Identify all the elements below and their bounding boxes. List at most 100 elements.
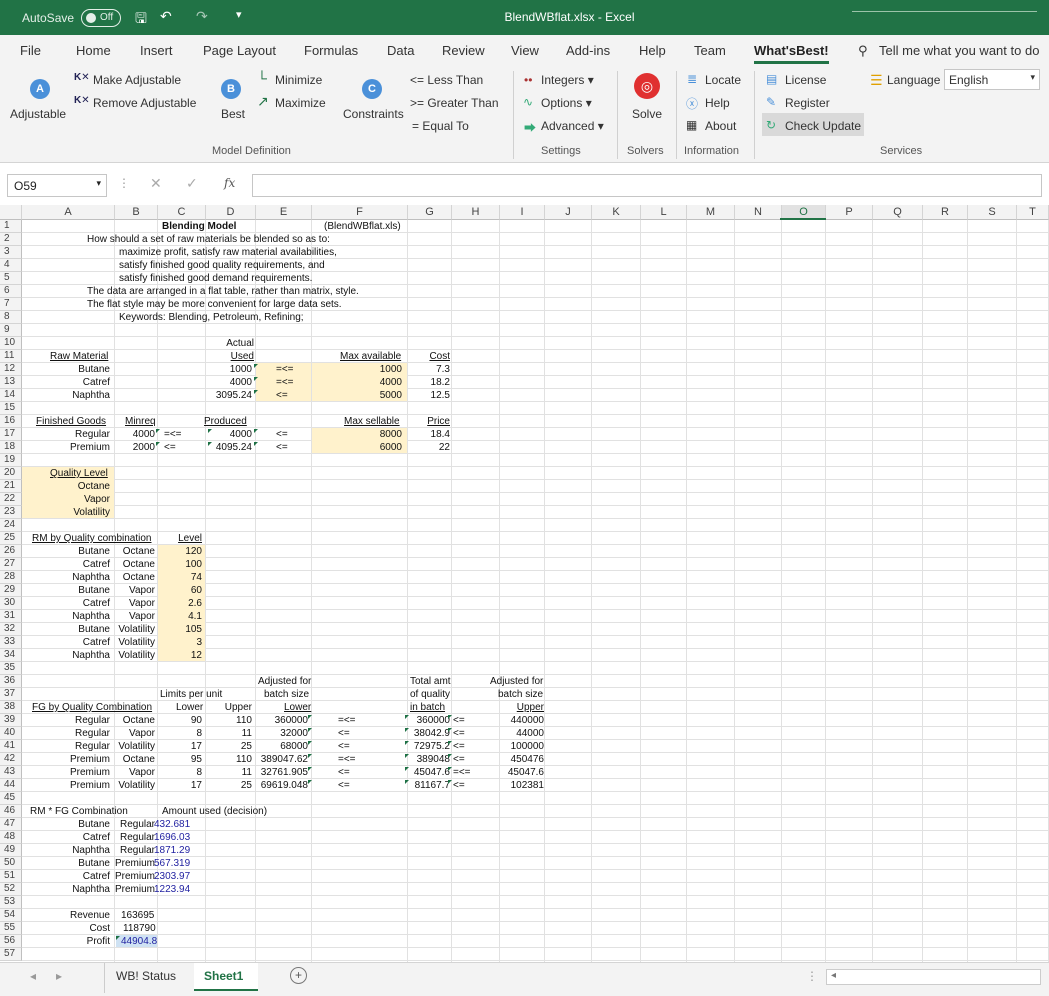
column-header[interactable]: T [1017,205,1049,220]
total-quality-value[interactable]: 389048 [408,754,450,767]
row-header[interactable]: 41 [0,740,22,753]
header-cell[interactable]: Price [408,416,450,429]
level-value[interactable]: 74 [158,572,202,585]
cost-value[interactable]: 12.5 [408,390,450,403]
header-cell[interactable]: Quality Level [50,468,136,481]
header-cell[interactable]: FG by Quality Combination [32,702,172,715]
rm-name[interactable]: Butane [22,585,110,598]
quality-name[interactable]: Octane [115,559,155,572]
max-available-value[interactable]: 1000 [312,364,402,377]
adjustable-button[interactable]: Adjustable [10,107,66,121]
description-line[interactable]: The flat style may be more convenient fo… [87,299,407,312]
header-cell[interactable]: Level [158,533,202,546]
tab-team[interactable]: Team [694,43,726,58]
max-sellable-value[interactable]: 6000 [312,442,402,455]
price-value[interactable]: 22 [408,442,450,455]
less-than-button[interactable]: <= Less Than [410,73,483,87]
rm-name[interactable]: Catref [22,559,110,572]
header-cell[interactable]: Amount used (decision) [162,806,282,819]
row-header[interactable]: 32 [0,623,22,636]
header-cell[interactable]: Produced [204,416,254,429]
decision-value[interactable]: 1871.29 [154,845,204,858]
row-header[interactable]: 24 [0,519,22,532]
total-quality-value[interactable]: 45047.6 [408,767,450,780]
adjusted-upper-value[interactable]: 44000 [500,728,544,741]
constraint-op[interactable]: =<= [338,754,368,767]
constraint-op[interactable]: <= [338,728,368,741]
produced-value[interactable]: 4000 [206,429,252,442]
header-cell[interactable]: Upper [500,702,544,715]
constraint-op[interactable]: <= [164,442,194,455]
enter-icon[interactable]: ✓ [186,175,198,192]
constraint-op[interactable]: <= [276,390,316,403]
row-header[interactable]: 51 [0,870,22,883]
tab-whatsbest[interactable]: What'sBest! [754,43,829,64]
header-cell[interactable]: Upper [206,702,252,715]
adjusted-lower-value[interactable]: 32000 [256,728,308,741]
cost-value[interactable]: 18.2 [408,377,450,390]
header-cell[interactable]: Actual [206,338,254,351]
column-header[interactable]: S [968,205,1017,220]
constraint-op[interactable]: <= [453,728,483,741]
constraint-op[interactable]: <= [453,754,483,767]
header-cell[interactable]: RM * FG Combination [30,806,150,819]
column-header[interactable]: H [452,205,500,220]
cost-label[interactable]: Cost [22,923,110,936]
rm-name[interactable]: Naphtha [22,884,110,897]
constraint-op[interactable]: =<= [276,377,316,390]
quality-name[interactable]: Volatility [115,650,155,663]
adjusted-lower-value[interactable]: 32761.905 [256,767,308,780]
select-all-corner[interactable] [0,205,22,220]
lower-limit-value[interactable]: 17 [158,741,202,754]
row-header[interactable]: 49 [0,844,22,857]
keywords-line[interactable]: Keywords: Blending, Petroleum, Refining; [119,312,339,325]
quality-name[interactable]: Octane [115,572,155,585]
quality-name[interactable]: Vapor [115,585,155,598]
sheet-tab-wb-status[interactable]: WB! Status [116,969,176,983]
spreadsheet-grid[interactable]: A B C D E F G H I J K L M N O P Q R S T 1 2 3 4 5 6 7 8 9 10 11 12 13 14 1… [0,205,1049,962]
row-header[interactable]: 13 [0,376,22,389]
quality-name[interactable]: Octane [115,754,155,767]
description-line[interactable]: satisfy finished good quality requiremen… [119,260,419,273]
header-cell[interactable]: Cost [408,351,450,364]
header-cell[interactable]: Total amt [410,676,460,689]
constraint-op[interactable]: <= [338,767,368,780]
row-header[interactable]: 30 [0,597,22,610]
row-header[interactable]: 34 [0,649,22,662]
tab-add-ins[interactable]: Add-ins [566,43,610,58]
fg-name[interactable]: Premium [115,871,155,884]
lower-limit-value[interactable]: 90 [158,715,202,728]
upper-limit-value[interactable]: 110 [206,754,252,767]
name-box[interactable]: O59 ▾ [7,174,107,197]
row-header[interactable]: 6 [0,285,22,298]
decision-value[interactable]: 1696.03 [154,832,204,845]
header-cell[interactable]: Finished Goods [36,416,122,429]
fg-name[interactable]: Regular [22,715,110,728]
header-cell[interactable]: Used [206,351,254,364]
integers-button[interactable]: Integers ▾ [541,73,594,87]
solve-button[interactable]: Solve [632,107,662,121]
column-header[interactable]: I [500,205,545,220]
lower-limit-value[interactable]: 8 [158,767,202,780]
fg-name[interactable]: Regular [115,845,155,858]
rm-name[interactable]: Catref [22,832,110,845]
used-value[interactable]: 4000 [206,377,252,390]
row-header[interactable]: 55 [0,922,22,935]
row-header[interactable]: 29 [0,584,22,597]
adjusted-lower-value[interactable]: 68000 [256,741,308,754]
decision-value[interactable]: 567.319 [154,858,204,871]
quality-name[interactable]: Vapor [22,494,110,507]
rm-name[interactable]: Butane [22,819,110,832]
formula-input[interactable] [252,174,1042,197]
adjusted-lower-value[interactable]: 69619.048 [256,780,308,793]
lower-limit-value[interactable]: 8 [158,728,202,741]
row-header[interactable]: 21 [0,480,22,493]
tab-home[interactable]: Home [76,43,111,58]
row-header[interactable]: 25 [0,532,22,545]
rm-name[interactable]: Catref [22,598,110,611]
upper-limit-value[interactable]: 25 [206,780,252,793]
rm-name[interactable]: Catref [22,637,110,650]
profit-label[interactable]: Profit [22,936,110,949]
row-header[interactable]: 4 [0,259,22,272]
constraint-op[interactable]: =<= [453,767,483,780]
